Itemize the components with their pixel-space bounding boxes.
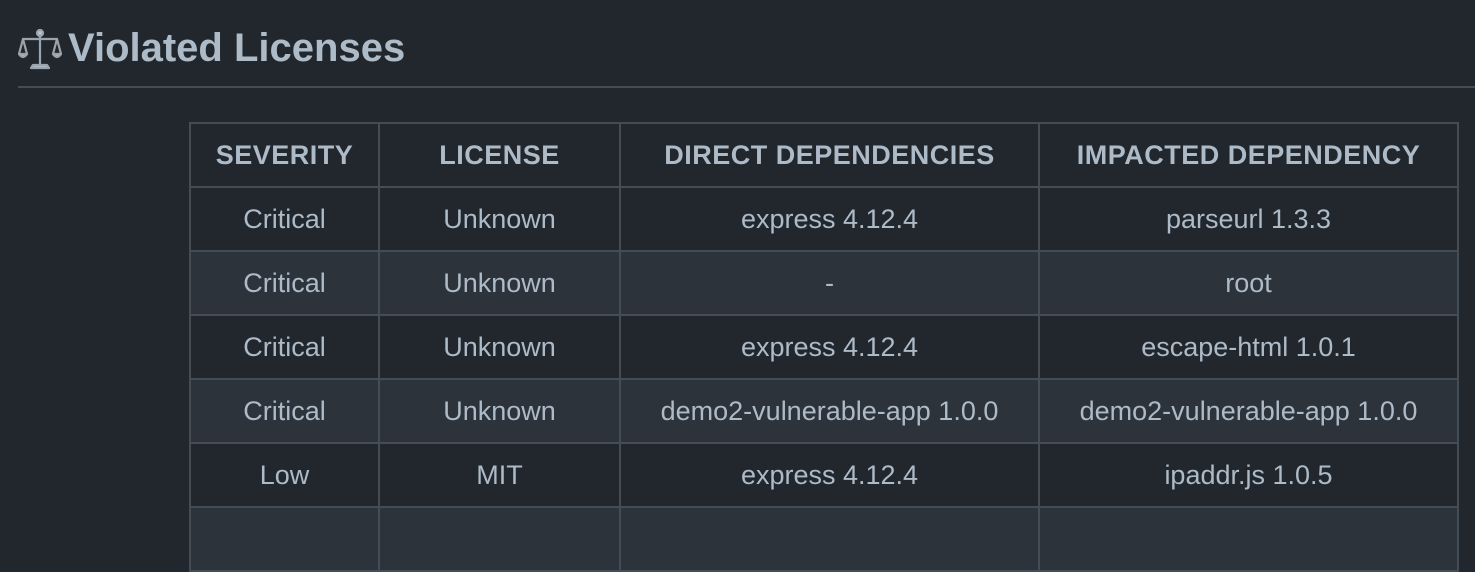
balance-scale-icon bbox=[18, 28, 62, 70]
license-cell: Unknown bbox=[378, 378, 621, 444]
severity-cell: Critical bbox=[189, 378, 380, 444]
table-row: Critical Unknown express 4.12.4 escape-h… bbox=[189, 314, 1459, 380]
direct-dependency-cell: demo2-vulnerable-app 1.0.0 bbox=[619, 378, 1040, 444]
column-header-direct-dependencies[interactable]: DIRECT DEPENDENCIES bbox=[619, 122, 1040, 188]
license-cell: Unknown bbox=[378, 250, 621, 316]
column-header-impacted-dependency[interactable]: IMPACTED DEPENDENCY bbox=[1038, 122, 1459, 188]
column-header-license[interactable]: LICENSE bbox=[378, 122, 621, 188]
table-row bbox=[189, 506, 1459, 572]
table-header-row: SEVERITY LICENSE DIRECT DEPENDENCIES IMP… bbox=[189, 122, 1459, 188]
severity-cell: Critical bbox=[189, 250, 380, 316]
license-cell: Unknown bbox=[378, 314, 621, 380]
direct-dependency-cell: express 4.12.4 bbox=[619, 314, 1040, 380]
license-cell: MIT bbox=[378, 442, 621, 508]
impacted-dependency-cell: escape-html 1.0.1 bbox=[1038, 314, 1459, 380]
table-row: Critical Unknown - root bbox=[189, 250, 1459, 316]
severity-cell bbox=[189, 506, 380, 572]
table-row: Critical Unknown express 4.12.4 parseurl… bbox=[189, 186, 1459, 252]
violated-licenses-table: SEVERITY LICENSE DIRECT DEPENDENCIES IMP… bbox=[189, 122, 1459, 572]
impacted-dependency-cell: demo2-vulnerable-app 1.0.0 bbox=[1038, 378, 1459, 444]
license-cell bbox=[378, 506, 621, 572]
impacted-dependency-cell: root bbox=[1038, 250, 1459, 316]
table-row: Critical Unknown demo2-vulnerable-app 1.… bbox=[189, 378, 1459, 444]
table-row: Low MIT express 4.12.4 ipaddr.js 1.0.5 bbox=[189, 442, 1459, 508]
page-title: Violated Licenses bbox=[68, 26, 406, 70]
severity-cell: Critical bbox=[189, 186, 380, 252]
section-heading: Violated Licenses bbox=[18, 22, 1475, 88]
severity-cell: Critical bbox=[189, 314, 380, 380]
license-cell: Unknown bbox=[378, 186, 621, 252]
impacted-dependency-cell bbox=[1038, 506, 1459, 572]
direct-dependency-cell: express 4.12.4 bbox=[619, 442, 1040, 508]
direct-dependency-cell bbox=[619, 506, 1040, 572]
direct-dependency-cell: - bbox=[619, 250, 1040, 316]
severity-cell: Low bbox=[189, 442, 380, 508]
direct-dependency-cell: express 4.12.4 bbox=[619, 186, 1040, 252]
impacted-dependency-cell: parseurl 1.3.3 bbox=[1038, 186, 1459, 252]
impacted-dependency-cell: ipaddr.js 1.0.5 bbox=[1038, 442, 1459, 508]
column-header-severity[interactable]: SEVERITY bbox=[189, 122, 380, 188]
